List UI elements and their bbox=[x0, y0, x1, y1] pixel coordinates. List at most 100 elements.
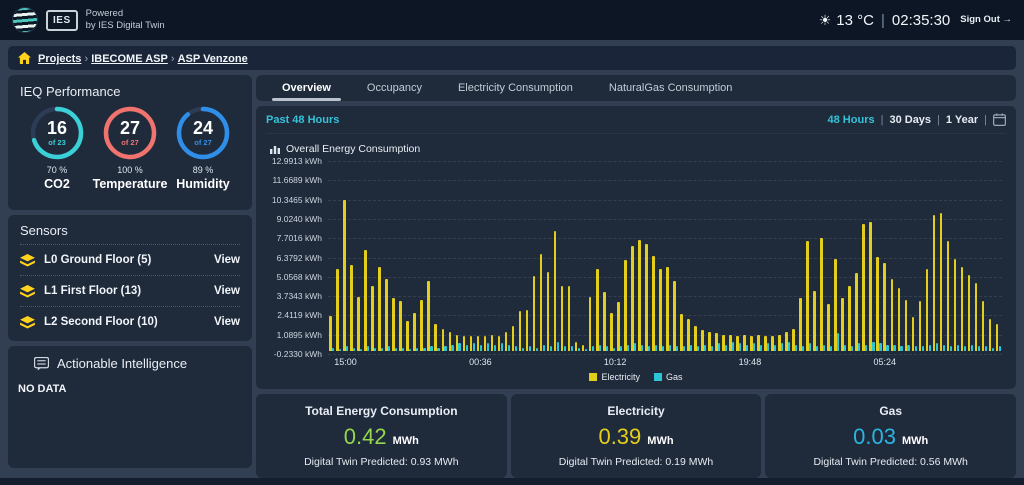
sensor-row: L2 Second Floor (10) View bbox=[20, 306, 240, 337]
x-axis-labels: 15:0000:3610:1219:4805:24 bbox=[328, 354, 1002, 369]
gas-bar bbox=[466, 345, 468, 351]
gas-bar bbox=[936, 343, 938, 350]
gas-bar bbox=[585, 349, 587, 350]
gas-bar bbox=[381, 348, 383, 351]
sun-icon: ☀ bbox=[819, 12, 832, 29]
gauge-text: 27 of 27 bbox=[102, 105, 158, 161]
home-icon[interactable] bbox=[18, 52, 31, 64]
gas-bar bbox=[711, 346, 713, 350]
gauge-value: 16 bbox=[47, 119, 67, 137]
electricity-bar bbox=[862, 224, 865, 351]
legend-label: Electricity bbox=[601, 372, 640, 382]
gas-bar bbox=[374, 348, 376, 351]
electricity-bar bbox=[463, 336, 466, 351]
calendar-icon[interactable] bbox=[993, 113, 1006, 126]
legend-swatch bbox=[654, 373, 662, 381]
sensors-panel: Sensors L0 Ground Floor (5) View L1 Firs… bbox=[8, 215, 252, 341]
summary-cards: Total Energy Consumption 0.42 MWh Digita… bbox=[256, 394, 1016, 478]
actionable-header: Actionable Intelligence bbox=[18, 356, 242, 371]
sensor-label: L2 Second Floor (10) bbox=[44, 316, 205, 328]
tab-naturalgas-consumption[interactable]: NaturalGas Consumption bbox=[591, 75, 751, 101]
card-value: 0.42 bbox=[344, 424, 387, 450]
gauge-label: CO2 bbox=[44, 177, 70, 191]
gas-bar bbox=[641, 345, 643, 351]
past-range-label: Past 48 Hours bbox=[266, 114, 339, 126]
gas-bar bbox=[851, 346, 853, 350]
gas-bar bbox=[957, 345, 959, 351]
range-options: 48 Hours|30 Days|1 Year| bbox=[828, 113, 1006, 126]
electricity-bar bbox=[982, 301, 985, 351]
y-tick-label: 9.0240 kWh bbox=[277, 214, 322, 224]
header-right: ☀ 13 °C | 02:35:30 Sign Out → bbox=[819, 12, 1012, 29]
sensor-view-link[interactable]: View bbox=[214, 285, 240, 297]
gauge-text: 24 of 27 bbox=[175, 105, 231, 161]
gas-bar bbox=[648, 346, 650, 350]
left-sidebar: IEQ Performance 16 of 23 70 % CO2 27 of … bbox=[8, 75, 252, 478]
electricity-bar bbox=[680, 314, 683, 350]
card-title: Total Energy Consumption bbox=[305, 404, 457, 418]
breadcrumb-link[interactable]: IBECOME ASP bbox=[91, 53, 168, 65]
sensor-view-link[interactable]: View bbox=[214, 254, 240, 266]
gas-bar bbox=[704, 345, 706, 351]
y-tick-label: 6.3792 kWh bbox=[277, 253, 322, 263]
card-title: Gas bbox=[879, 404, 902, 418]
breadcrumb-separator: › bbox=[81, 53, 91, 65]
gas-bar bbox=[557, 342, 559, 351]
gas-bar bbox=[753, 343, 755, 350]
breadcrumb-items: Projects › IBECOME ASP › ASP Venzone bbox=[38, 49, 248, 67]
gas-bar bbox=[929, 345, 931, 351]
legend-item: Gas bbox=[654, 372, 683, 382]
range-separator: | bbox=[984, 114, 987, 126]
tab-overview[interactable]: Overview bbox=[264, 75, 349, 101]
electricity-bar bbox=[975, 283, 978, 350]
gas-bar bbox=[690, 345, 692, 351]
gas-bar bbox=[578, 348, 580, 351]
plot-area bbox=[328, 161, 1002, 354]
x-tick-label: 19:48 bbox=[739, 357, 762, 367]
gauge-of: of 23 bbox=[48, 138, 66, 147]
sensor-view-link[interactable]: View bbox=[214, 316, 240, 328]
electricity-bar bbox=[954, 259, 957, 351]
sensor-list: L0 Ground Floor (5) View L1 First Floor … bbox=[20, 244, 240, 337]
card-value-row: 0.42 MWh bbox=[344, 424, 419, 450]
gas-bar bbox=[907, 345, 909, 351]
gas-bar bbox=[620, 346, 622, 350]
breadcrumb-link[interactable]: ASP Venzone bbox=[178, 53, 248, 65]
gas-bar bbox=[879, 343, 881, 350]
breadcrumb: Projects › IBECOME ASP › ASP Venzone bbox=[8, 46, 1016, 70]
main-content: IEQ Performance 16 of 23 70 % CO2 27 of … bbox=[0, 70, 1024, 478]
gas-bar bbox=[683, 346, 685, 350]
range-option[interactable]: 48 Hours bbox=[828, 114, 875, 126]
gas-bar bbox=[669, 345, 671, 351]
gas-bar bbox=[437, 348, 439, 351]
gas-bar bbox=[353, 348, 355, 351]
gas-bar bbox=[816, 346, 818, 350]
electricity-bar bbox=[484, 336, 487, 351]
gas-bar bbox=[494, 345, 496, 351]
gas-bar bbox=[550, 346, 552, 350]
card-title: Electricity bbox=[607, 404, 664, 418]
sign-out-button[interactable]: Sign Out → bbox=[960, 14, 1012, 25]
gas-bar bbox=[529, 346, 531, 350]
gauge-ring: 16 of 23 bbox=[29, 105, 85, 161]
gas-bar bbox=[943, 345, 945, 351]
breadcrumb-link[interactable]: Projects bbox=[38, 53, 81, 65]
gauge-ring: 27 of 27 bbox=[102, 105, 158, 161]
tab-electricity-consumption[interactable]: Electricity Consumption bbox=[440, 75, 591, 101]
gas-bar bbox=[697, 346, 699, 350]
card-gas: Gas 0.03 MWh Digital Twin Predicted: 0.5… bbox=[765, 394, 1016, 478]
sensor-label: L1 First Floor (13) bbox=[44, 285, 205, 297]
electricity-bar bbox=[547, 272, 550, 351]
electricity-bar bbox=[898, 288, 901, 351]
gas-bar bbox=[423, 348, 425, 351]
range-option[interactable]: 30 Days bbox=[889, 114, 931, 126]
tab-occupancy[interactable]: Occupancy bbox=[349, 75, 440, 101]
range-option[interactable]: 1 Year bbox=[946, 114, 978, 126]
card-unit: MWh bbox=[647, 435, 673, 447]
gas-bar bbox=[395, 348, 397, 351]
card-value: 0.03 bbox=[853, 424, 896, 450]
layers-icon bbox=[20, 254, 35, 267]
gas-bar bbox=[487, 343, 489, 350]
electricity-bar bbox=[926, 269, 929, 351]
gas-bar bbox=[739, 343, 741, 350]
